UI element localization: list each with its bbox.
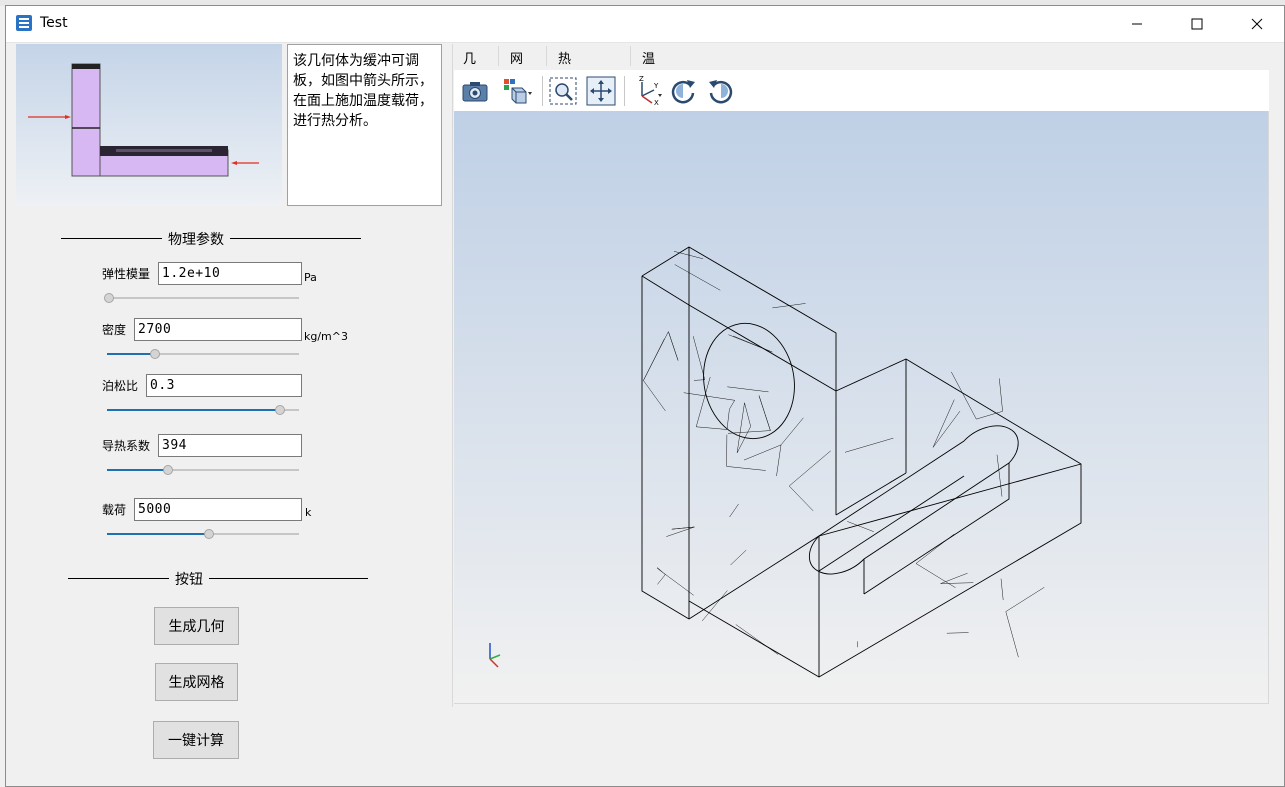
minimize-button[interactable] bbox=[1114, 6, 1160, 42]
slider-handle[interactable] bbox=[150, 349, 160, 359]
fit-all-icon[interactable] bbox=[586, 76, 616, 106]
conductivity-label: 导热系数 bbox=[102, 439, 151, 453]
slider-fill bbox=[107, 409, 280, 411]
close-button[interactable] bbox=[1234, 6, 1280, 42]
display-mode-icon[interactable] bbox=[502, 76, 532, 106]
tab-separator bbox=[498, 46, 499, 66]
close-icon bbox=[1251, 18, 1263, 30]
load-label: 载荷 bbox=[102, 503, 127, 517]
window-title: Test bbox=[40, 15, 68, 31]
slider-fill bbox=[107, 353, 155, 355]
compute-button[interactable]: 一键计算 bbox=[153, 721, 239, 759]
mesh-model bbox=[489, 246, 1082, 678]
buttons-group-title: 按钮 bbox=[169, 569, 209, 589]
slider-handle[interactable] bbox=[163, 465, 174, 475]
app-icon bbox=[16, 15, 32, 31]
3d-viewport[interactable] bbox=[454, 111, 1269, 704]
viewer-toolbar: Z Y X bbox=[454, 70, 1269, 111]
elastic-modulus-label: 弹性模量 bbox=[102, 267, 151, 281]
generate-geometry-button[interactable]: 生成几何 bbox=[154, 607, 239, 645]
svg-text:Y: Y bbox=[653, 82, 659, 90]
load-slider[interactable] bbox=[107, 529, 299, 539]
rotate-ccw-icon[interactable] bbox=[706, 76, 736, 106]
elastic-modulus-input[interactable]: 1.2e+10 bbox=[158, 262, 302, 285]
load-unit: k bbox=[305, 506, 312, 519]
slider-track bbox=[107, 297, 299, 299]
density-input[interactable]: 2700 bbox=[134, 318, 302, 341]
conductivity-slider[interactable] bbox=[107, 465, 299, 475]
poisson-label: 泊松比 bbox=[102, 379, 139, 393]
main-window: Test 该几何体为缓冲可调板，如图中箭头所示，在面上施加温度载荷，进行热分析。 bbox=[5, 5, 1285, 787]
conductivity-input[interactable]: 394 bbox=[158, 434, 302, 457]
title-bar: Test bbox=[6, 6, 1284, 43]
density-unit: kg/m^3 bbox=[304, 330, 348, 343]
minimize-icon bbox=[1132, 23, 1142, 25]
density-label: 密度 bbox=[102, 323, 127, 337]
poisson-slider[interactable] bbox=[107, 405, 299, 415]
maximize-icon bbox=[1191, 18, 1203, 30]
slider-handle[interactable] bbox=[203, 529, 214, 539]
svg-text:X: X bbox=[654, 99, 659, 106]
svg-text:Z: Z bbox=[639, 76, 644, 83]
panel-divider bbox=[452, 44, 453, 707]
generate-mesh-button[interactable]: 生成网格 bbox=[155, 663, 238, 701]
poisson-input[interactable]: 0.3 bbox=[146, 374, 302, 397]
buttons-group-divider bbox=[68, 578, 368, 579]
density-slider[interactable] bbox=[107, 349, 299, 359]
toolbar-separator bbox=[542, 76, 543, 106]
tab-separator bbox=[630, 46, 631, 66]
slider-fill bbox=[107, 469, 169, 471]
description-box: 该几何体为缓冲可调板，如图中箭头所示，在面上施加温度载荷，进行热分析。 bbox=[287, 44, 442, 206]
elastic-modulus-slider[interactable] bbox=[104, 293, 299, 303]
maximize-button[interactable] bbox=[1174, 6, 1220, 42]
geometry-thumbnail bbox=[16, 44, 282, 206]
elastic-modulus-unit: Pa bbox=[304, 271, 317, 284]
slider-fill bbox=[107, 533, 209, 535]
axis-orient-icon[interactable]: Z Y X bbox=[632, 76, 662, 106]
camera-icon[interactable] bbox=[460, 76, 490, 106]
toolbar-separator bbox=[624, 76, 625, 106]
rotate-cw-icon[interactable] bbox=[668, 76, 698, 106]
slider-handle[interactable] bbox=[274, 405, 285, 415]
slider-handle[interactable] bbox=[104, 293, 114, 303]
params-group-title: 物理参数 bbox=[162, 229, 230, 249]
zoom-box-icon[interactable] bbox=[548, 76, 578, 106]
tab-separator bbox=[546, 46, 547, 66]
load-input[interactable]: 5000 bbox=[134, 498, 302, 521]
